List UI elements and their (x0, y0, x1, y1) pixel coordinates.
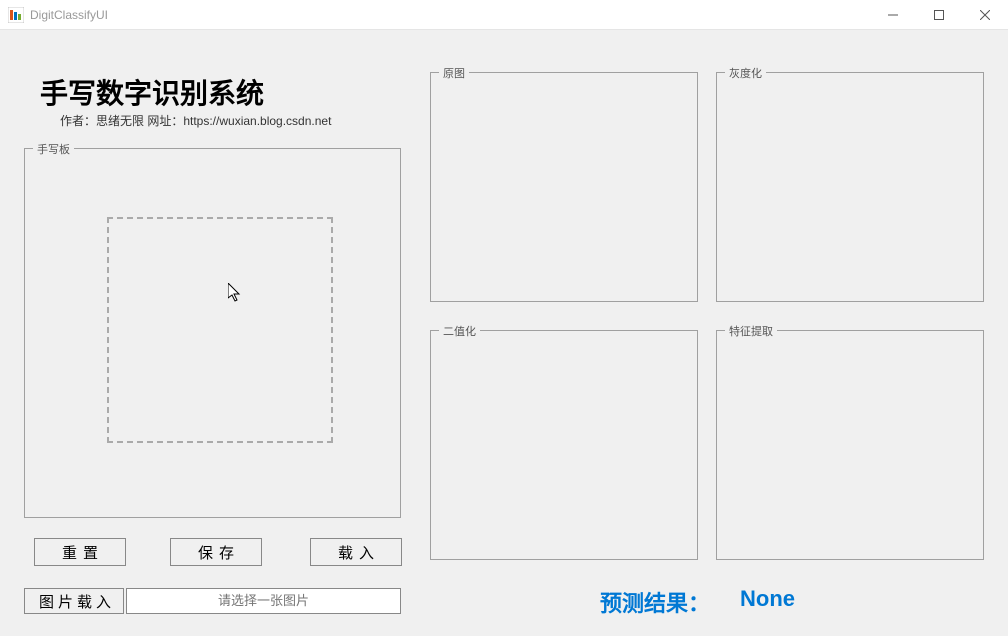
page-subtitle: 作者：思绪无限 网址：https://wuxian.blog.csdn.net (60, 112, 331, 129)
maximize-button[interactable] (916, 0, 962, 29)
image-load-button[interactable]: 图片载入 (24, 588, 124, 614)
panel-drawboard: 手写板 (24, 148, 401, 518)
window-controls (870, 0, 1008, 29)
app-icon (8, 7, 24, 23)
panel-drawboard-label: 手写板 (33, 141, 74, 157)
content-area: 手写数字识别系统 作者：思绪无限 网址：https://wuxian.blog.… (0, 30, 1008, 636)
panel-grayscale-label: 灰度化 (725, 65, 766, 81)
panel-original-label: 原图 (439, 65, 469, 81)
panel-feature: 特征提取 (716, 330, 984, 560)
reset-button[interactable]: 重置 (34, 538, 126, 566)
drawing-canvas[interactable] (107, 217, 333, 443)
panel-grayscale: 灰度化 (716, 72, 984, 302)
panel-feature-label: 特征提取 (725, 323, 777, 339)
close-button[interactable] (962, 0, 1008, 29)
panel-original: 原图 (430, 72, 698, 302)
save-button[interactable]: 保存 (170, 538, 262, 566)
result-value: None (740, 586, 795, 612)
minimize-button[interactable] (870, 0, 916, 29)
load-button[interactable]: 载入 (310, 538, 402, 566)
window-title: DigitClassifyUI (30, 8, 108, 22)
result-label: 预测结果： (600, 586, 710, 618)
page-title: 手写数字识别系统 (40, 72, 264, 112)
panel-binarize: 二值化 (430, 330, 698, 560)
panel-binarize-label: 二值化 (439, 323, 480, 339)
image-path-input[interactable] (126, 588, 401, 614)
titlebar: DigitClassifyUI (0, 0, 1008, 30)
